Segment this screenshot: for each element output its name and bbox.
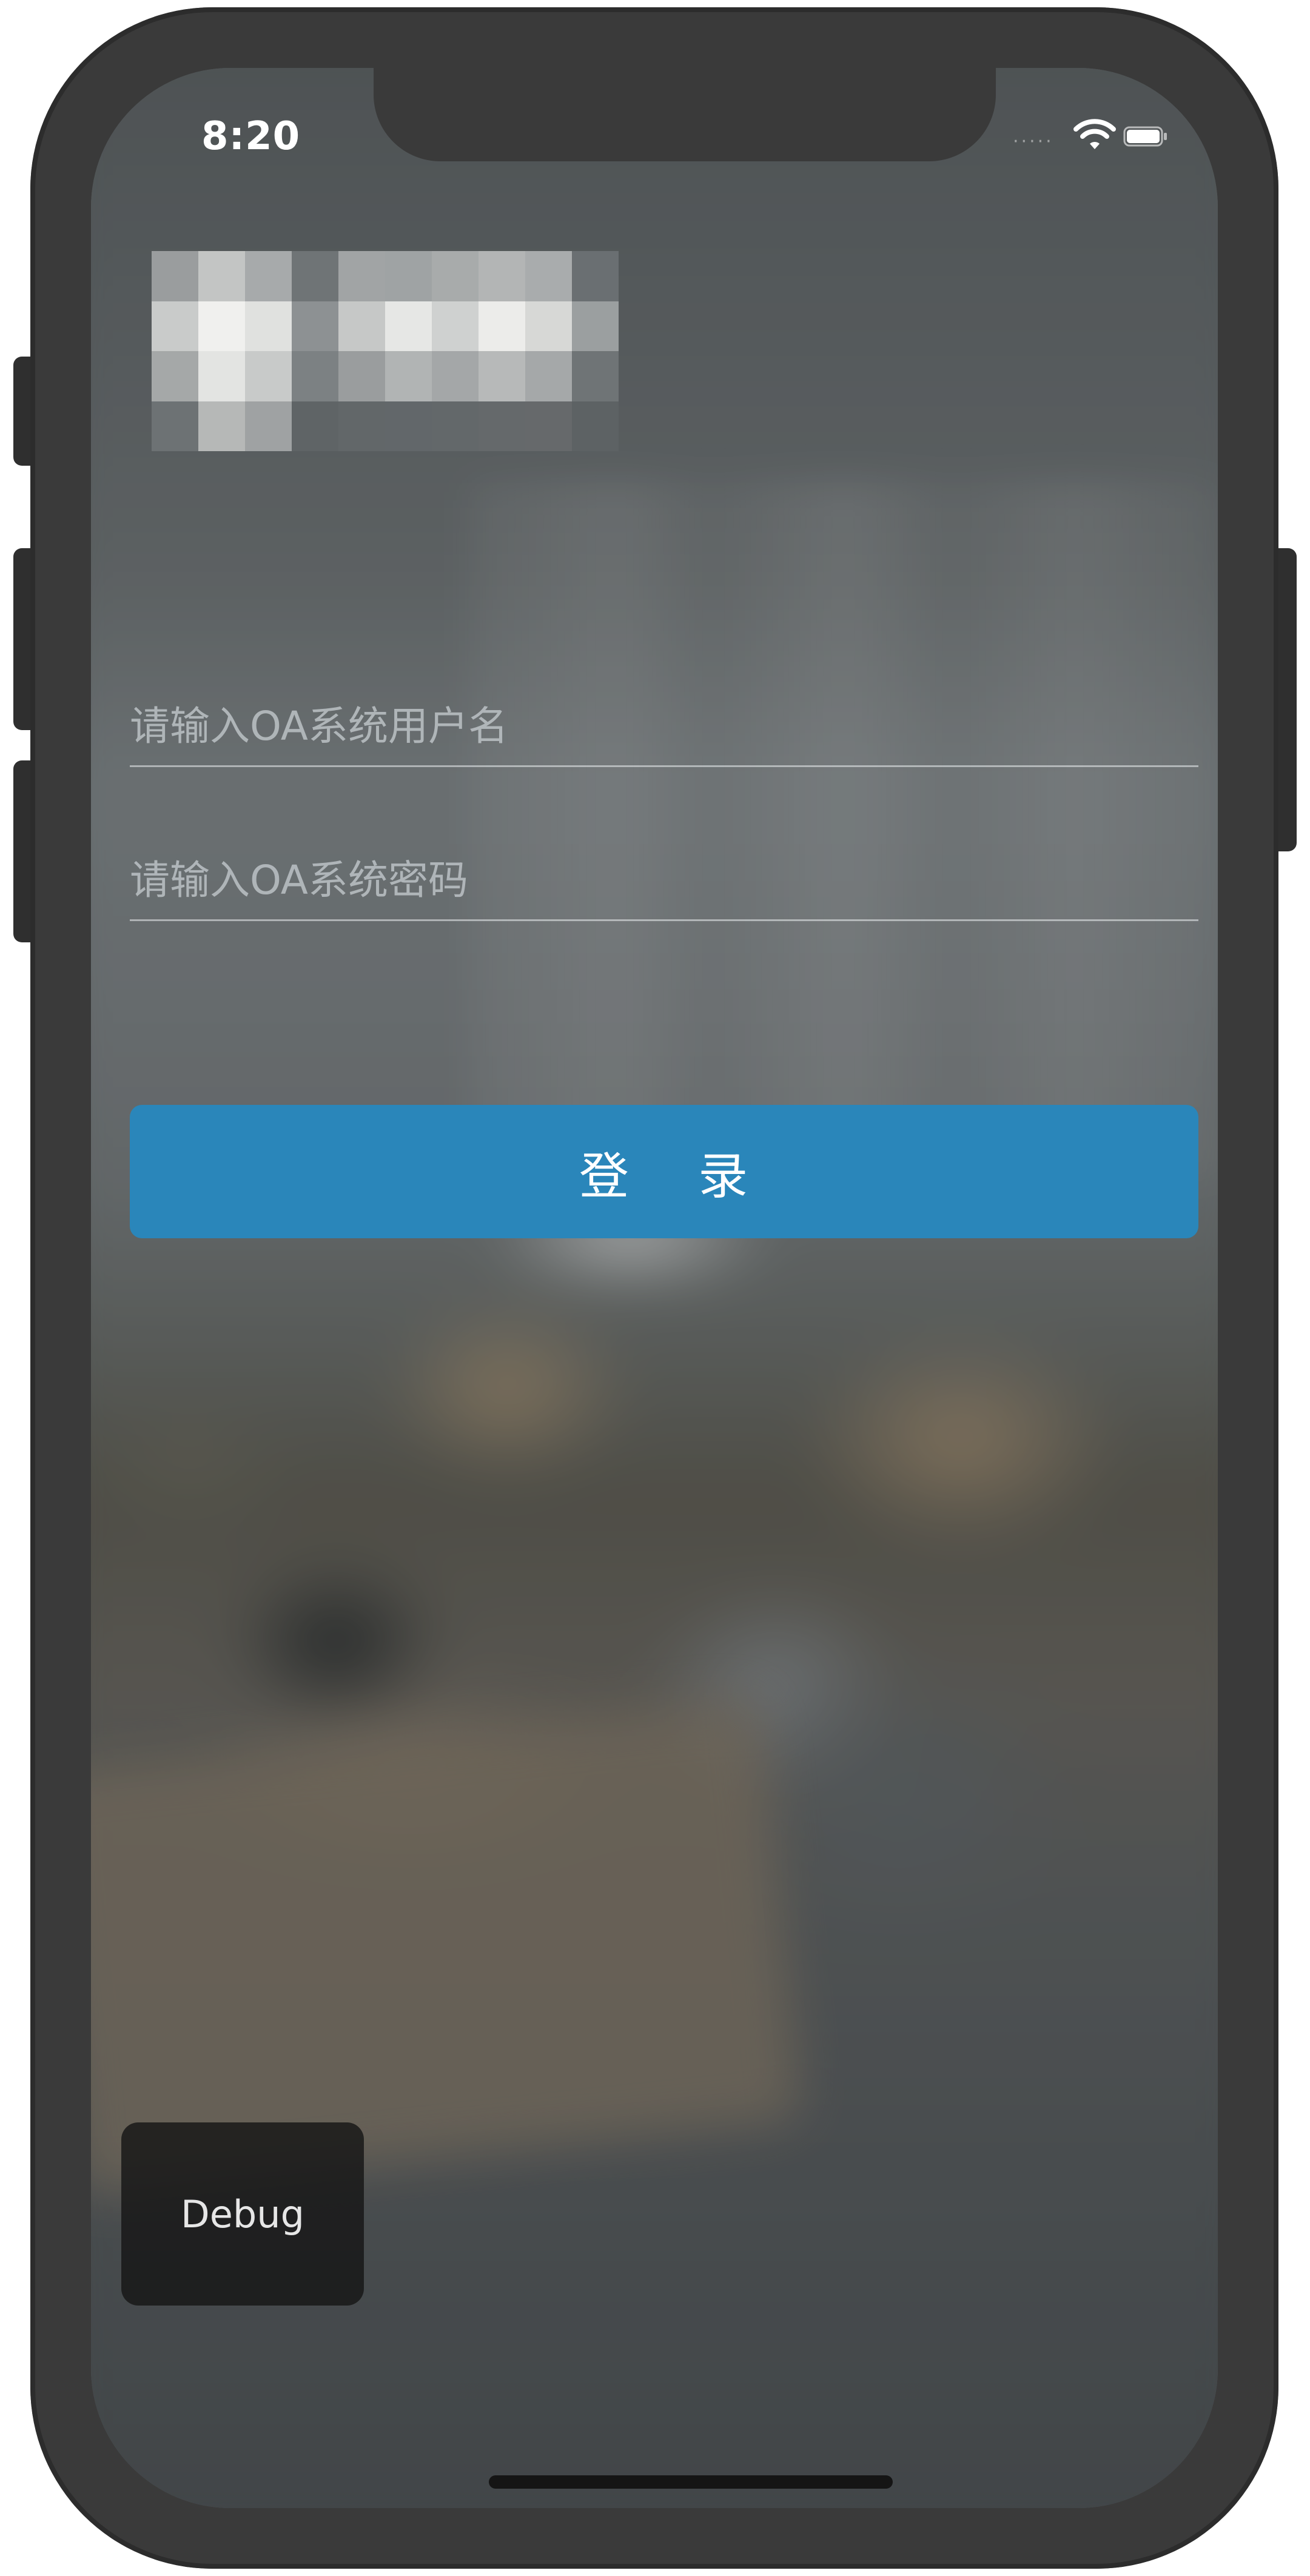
- logo-pixel: [479, 351, 525, 401]
- logo-pixel: [292, 251, 338, 301]
- logo-pixel: [338, 401, 385, 451]
- logo-pixel: [338, 351, 385, 401]
- login-button[interactable]: 登 录: [130, 1105, 1198, 1238]
- logo-pixel: [198, 401, 245, 451]
- logo-pixel: [525, 301, 572, 351]
- logo-pixel: [245, 351, 292, 401]
- status-icons: ·····: [1013, 119, 1171, 155]
- logo-pixel: [385, 351, 432, 401]
- logo-pixel: [479, 401, 525, 451]
- logo-pixel: [385, 301, 432, 351]
- notch: [374, 68, 996, 161]
- logo-pixel: [385, 251, 432, 301]
- logo-pixel: [292, 401, 338, 451]
- logo-pixel: [479, 251, 525, 301]
- logo-pixel: [525, 251, 572, 301]
- username-input[interactable]: [130, 686, 1198, 765]
- username-field[interactable]: [130, 686, 1198, 767]
- logo-pixel: [572, 301, 619, 351]
- logo-pixel: [198, 251, 245, 301]
- logo-pixel: [432, 401, 479, 451]
- logo-pixel: [152, 401, 198, 451]
- logo-pixel: [152, 351, 198, 401]
- battery-icon: [1123, 126, 1167, 147]
- logo-pixel: [385, 401, 432, 451]
- signal-dots-icon: ·····: [1013, 131, 1054, 152]
- password-input[interactable]: [130, 840, 1198, 919]
- app-screen: 8:20 ····· 登 录 Debug: [91, 68, 1218, 2508]
- logo-pixel: [572, 351, 619, 401]
- logo-pixel: [198, 301, 245, 351]
- logo-pixel: [292, 301, 338, 351]
- logo-pixel: [245, 401, 292, 451]
- logo-pixel: [432, 251, 479, 301]
- logo-pixel: [432, 351, 479, 401]
- wifi-icon: [1073, 119, 1116, 149]
- home-indicator[interactable]: [489, 2475, 893, 2489]
- logo-pixel: [432, 301, 479, 351]
- status-time: 8:20: [201, 114, 301, 159]
- app-logo: [152, 251, 619, 451]
- logo-pixel: [245, 301, 292, 351]
- logo-pixel: [245, 251, 292, 301]
- phone-frame: 8:20 ····· 登 录 Debug: [30, 7, 1278, 2569]
- logo-pixel: [525, 351, 572, 401]
- logo-pixel: [292, 351, 338, 401]
- logo-pixel: [198, 351, 245, 401]
- logo-pixel: [572, 401, 619, 451]
- logo-pixel: [525, 401, 572, 451]
- logo-pixel: [152, 251, 198, 301]
- logo-pixel: [572, 251, 619, 301]
- logo-pixel: [338, 251, 385, 301]
- logo-pixel: [479, 301, 525, 351]
- debug-button[interactable]: Debug: [121, 2122, 364, 2306]
- logo-pixel: [338, 301, 385, 351]
- logo-pixel: [152, 301, 198, 351]
- password-field[interactable]: [130, 840, 1198, 921]
